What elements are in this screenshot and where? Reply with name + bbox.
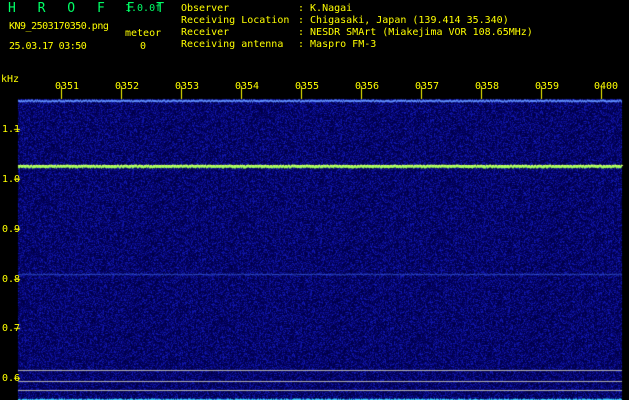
time-tick-label: 0351 xyxy=(55,81,80,92)
time-tick-label: 0354 xyxy=(235,81,260,92)
time-tick-label: 0357 xyxy=(415,81,440,92)
y-tick-label: 1.0 xyxy=(2,174,21,185)
receiver-value: : NESDR SMArt (Miakejima VOR 108.65MHz) xyxy=(298,27,533,38)
version-label: 1.0.0f xyxy=(125,3,162,14)
location-label: Receiving Location xyxy=(181,15,290,26)
observer-label: Observer xyxy=(181,3,230,14)
y-tick-label: 0.9 xyxy=(2,224,21,235)
meteor-label: meteor xyxy=(125,28,162,39)
y-tick-label: 0.6 xyxy=(2,373,21,384)
y-tick-label: 1.1 xyxy=(2,124,21,135)
time-tick-label: 0356 xyxy=(355,81,380,92)
time-tick-label: 0359 xyxy=(535,81,560,92)
datetime-label: 25.03.17 03:50 xyxy=(9,41,87,52)
receiver-label: Receiver xyxy=(181,27,230,38)
time-tick-label: 0358 xyxy=(475,81,500,92)
spectrogram-canvas xyxy=(0,76,629,400)
antenna-label: Receiving antenna xyxy=(181,39,284,50)
time-tick-label: 0355 xyxy=(295,81,320,92)
filename-label: KN9_2503170350.png xyxy=(9,21,109,32)
time-tick-label: 0353 xyxy=(175,81,200,92)
y-axis-unit: kHz xyxy=(1,74,20,85)
antenna-value: : Maspro FM-3 xyxy=(298,39,377,50)
time-tick-label: 0352 xyxy=(115,81,140,92)
time-tick-label: 0400 xyxy=(594,81,619,92)
y-tick-label: 0.8 xyxy=(2,274,21,285)
observer-value: : K.Nagai xyxy=(298,3,353,14)
location-value: : Chigasaki, Japan (139.414 35.340) xyxy=(298,15,509,26)
meteor-count: 0 xyxy=(140,41,147,52)
y-tick-label: 0.7 xyxy=(2,323,21,334)
